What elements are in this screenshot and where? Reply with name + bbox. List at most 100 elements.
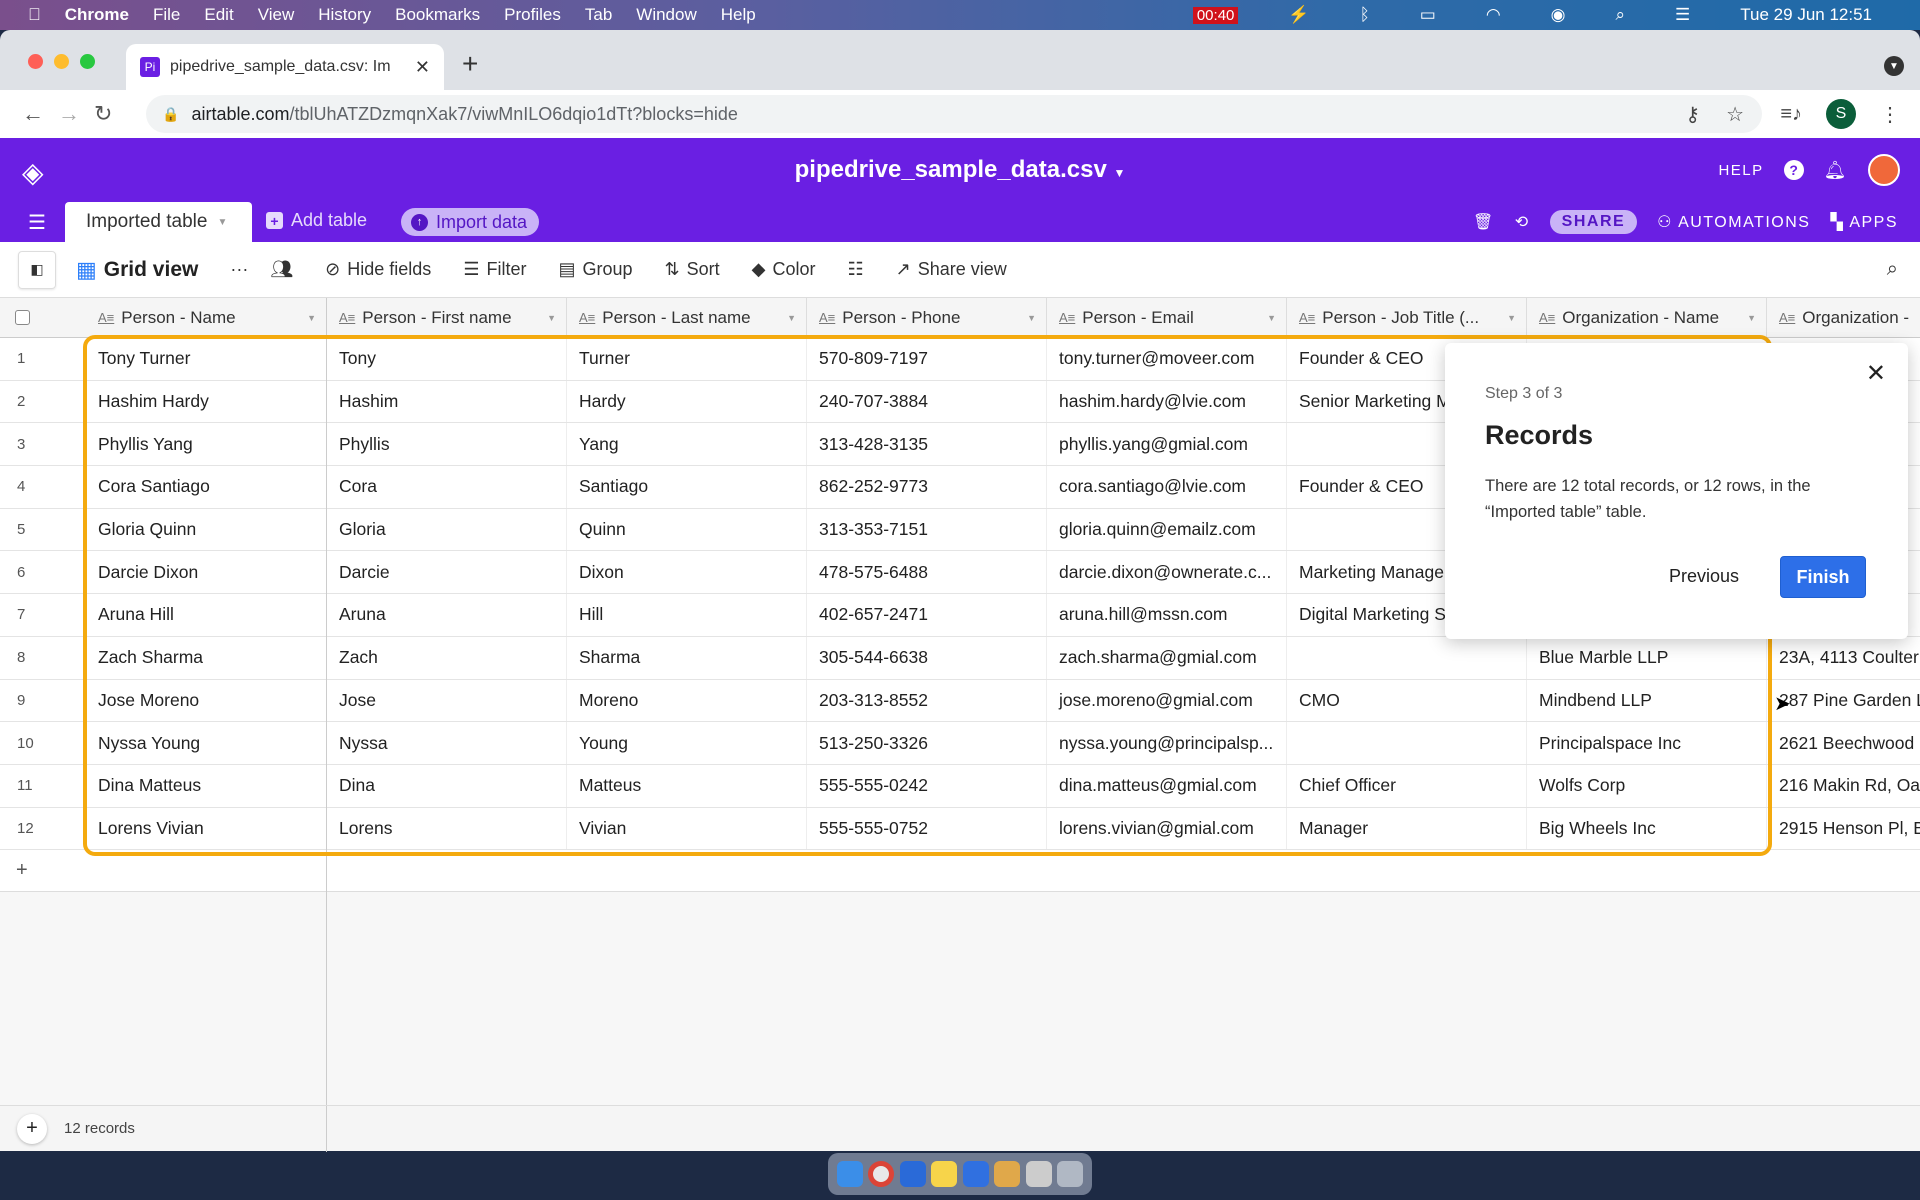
base-title[interactable]: pipedrive_sample_data.csv ▼ xyxy=(0,156,1920,184)
cell[interactable]: 862-252-9773 xyxy=(807,466,1047,508)
cell[interactable]: Principalspace Inc xyxy=(1527,722,1767,764)
cell[interactable]: Darcie Dixon xyxy=(86,551,327,594)
battery-icon[interactable]: ▭ xyxy=(1420,5,1436,25)
star-icon[interactable]: ☆ xyxy=(1726,102,1744,127)
cell[interactable]: Phyllis xyxy=(327,423,567,466)
menu-profiles[interactable]: Profiles xyxy=(504,5,561,25)
cell[interactable]: Cora xyxy=(327,466,567,508)
history-icon[interactable]: ⟲ xyxy=(1515,212,1530,232)
table-row[interactable]: 10 Nyssa Young Nyssa Young 513-250-3326 nyssa… xyxy=(0,722,1920,765)
cell[interactable]: Darcie xyxy=(327,551,567,594)
menu-view[interactable]: View xyxy=(258,5,295,25)
key-icon[interactable]: ⚷ xyxy=(1685,102,1700,127)
cell[interactable]: jose.moreno@gmial.com xyxy=(1047,679,1287,722)
menu-edit[interactable]: Edit xyxy=(204,5,233,25)
cell[interactable]: 240-707-3884 xyxy=(807,380,1047,423)
view-switcher[interactable]: ▦ Grid view xyxy=(76,257,198,283)
cell[interactable]: Big Wheels Inc xyxy=(1527,807,1767,850)
tab-imported-table[interactable]: Imported table ▼ xyxy=(65,202,252,242)
wifi-icon[interactable]: ◠ xyxy=(1486,5,1501,25)
add-table-button[interactable]: + Add table xyxy=(266,210,367,231)
cell[interactable]: phyllis.yang@gmial.com xyxy=(1047,423,1287,466)
table-row[interactable]: 12 Lorens Vivian Lorens Vivian 555-555-0752 l… xyxy=(0,807,1920,851)
cell[interactable]: Mindbend LLP xyxy=(1527,679,1767,722)
chevron-down-icon[interactable]: ▼ xyxy=(307,313,316,323)
apps-button[interactable]: ▚ APPS xyxy=(1830,212,1898,232)
view-options-icon[interactable]: ··· xyxy=(230,259,248,280)
cell[interactable] xyxy=(1287,722,1527,764)
search-icon[interactable]: ⌕ xyxy=(1887,258,1898,281)
cell[interactable]: Yang xyxy=(567,423,807,466)
forward-icon[interactable]: → xyxy=(58,101,80,127)
cell[interactable]: Blue Marble LLP xyxy=(1527,636,1767,679)
menu-tab[interactable]: Tab xyxy=(585,5,612,25)
minimize-window-button[interactable] xyxy=(54,54,69,69)
cell[interactable]: Matteus xyxy=(567,764,807,807)
cell[interactable]: 2915 Henson Pl, B xyxy=(1767,808,1920,850)
cell[interactable]: Sharma xyxy=(567,636,807,679)
app-icon[interactable] xyxy=(994,1161,1021,1187)
cell[interactable]: Phyllis Yang xyxy=(86,423,327,466)
media-icon[interactable]: ≡♪ xyxy=(1780,103,1802,126)
cell[interactable]: Tony Turner xyxy=(86,338,327,380)
column-header[interactable]: A≡ Person - Name ▼ xyxy=(86,298,327,337)
cell[interactable]: cora.santiago@lvie.com xyxy=(1047,466,1287,508)
menu-kebab-icon[interactable]: ⋮ xyxy=(1880,102,1900,127)
cell[interactable]: Turner xyxy=(567,338,807,380)
chrome-icon[interactable] xyxy=(868,1161,895,1187)
column-header[interactable]: A≡ Organization - Name ▼ xyxy=(1527,298,1767,337)
lightning-app-icon[interactable] xyxy=(962,1161,989,1187)
menu-app[interactable]: Chrome xyxy=(65,5,129,25)
cell[interactable]: Aruna xyxy=(327,594,567,636)
cell[interactable]: 216 Makin Rd, Oak xyxy=(1767,765,1920,807)
import-data-button[interactable]: ↑ Import data xyxy=(401,208,540,236)
cell[interactable]: Hill xyxy=(567,594,807,636)
cell[interactable]: 402-657-2471 xyxy=(807,594,1047,636)
bolt-icon[interactable]: ⚡ xyxy=(1288,5,1309,25)
back-icon[interactable]: ← xyxy=(22,101,44,127)
close-icon[interactable]: ✕ xyxy=(1866,359,1886,388)
cell[interactable]: hashim.hardy@lvie.com xyxy=(1047,380,1287,423)
cell[interactable]: 478-575-6488 xyxy=(807,551,1047,594)
previous-button[interactable]: Previous xyxy=(1669,566,1739,587)
spotlight-icon[interactable]: ⌕ xyxy=(1616,5,1626,25)
collaborators-icon[interactable]: 👥︎ xyxy=(270,259,293,280)
help-icon[interactable]: ? xyxy=(1783,160,1804,180)
user-icon[interactable]: ◉ xyxy=(1551,5,1566,25)
cell[interactable]: gloria.quinn@emailz.com xyxy=(1047,508,1287,551)
automations-button[interactable]: ⚇ AUTOMATIONS xyxy=(1657,212,1810,232)
clock[interactable]: Tue 29 Jun 12:51 xyxy=(1740,5,1872,25)
close-tab-icon[interactable]: ✕ xyxy=(415,57,430,78)
cell[interactable]: 203-313-8552 xyxy=(807,679,1047,722)
filter-button[interactable]: ☰ Filter xyxy=(463,259,526,280)
cell[interactable]: dina.matteus@gmial.com xyxy=(1047,764,1287,807)
bluetooth-icon[interactable]: ᛒ xyxy=(1360,5,1370,25)
menu-window[interactable]: Window xyxy=(636,5,696,25)
sidebar-toggle-icon[interactable]: ◧ xyxy=(18,250,56,289)
cell[interactable]: 313-353-7151 xyxy=(807,508,1047,551)
maximize-window-button[interactable] xyxy=(80,54,95,69)
cell[interactable]: 2621 Beechwood xyxy=(1767,722,1920,764)
chevron-down-icon[interactable]: ▼ xyxy=(787,313,796,323)
cell[interactable]: Cora Santiago xyxy=(86,466,327,508)
table-row[interactable]: 9 Jose Moreno Jose Moreno 203-313-8552 jose.m… xyxy=(0,679,1920,723)
table-row[interactable]: 8 Zach Sharma Zach Sharma 305-544-6638 zach.s… xyxy=(0,636,1920,680)
cell[interactable]: Nyssa Young xyxy=(86,722,327,764)
trash-icon[interactable]: 🗑︎ xyxy=(1473,212,1495,232)
cell[interactable]: Zach Sharma xyxy=(86,636,327,679)
cell[interactable]: Santiago xyxy=(567,466,807,508)
finish-button[interactable]: Finish xyxy=(1780,556,1866,598)
close-window-button[interactable] xyxy=(28,54,43,69)
cell[interactable]: Nyssa xyxy=(327,722,567,764)
chevron-down-icon[interactable]: ▼ xyxy=(547,313,556,323)
hamburger-icon[interactable]: ☰ xyxy=(28,210,46,235)
cell[interactable]: 555-555-0752 xyxy=(807,807,1047,850)
cell[interactable]: Wolfs Corp xyxy=(1527,764,1767,807)
share-view-button[interactable]: ↗ Share view xyxy=(896,259,1007,280)
cell[interactable]: Hashim Hardy xyxy=(86,380,327,423)
notes-icon[interactable] xyxy=(931,1161,958,1187)
table-row[interactable]: 11 Dina Matteus Dina Matteus 555-555-0242 din… xyxy=(0,764,1920,808)
control-center-icon[interactable]: ☰ xyxy=(1675,5,1690,25)
new-tab-button[interactable]: + xyxy=(462,48,478,80)
color-button[interactable]: ◆ Color xyxy=(752,259,816,280)
